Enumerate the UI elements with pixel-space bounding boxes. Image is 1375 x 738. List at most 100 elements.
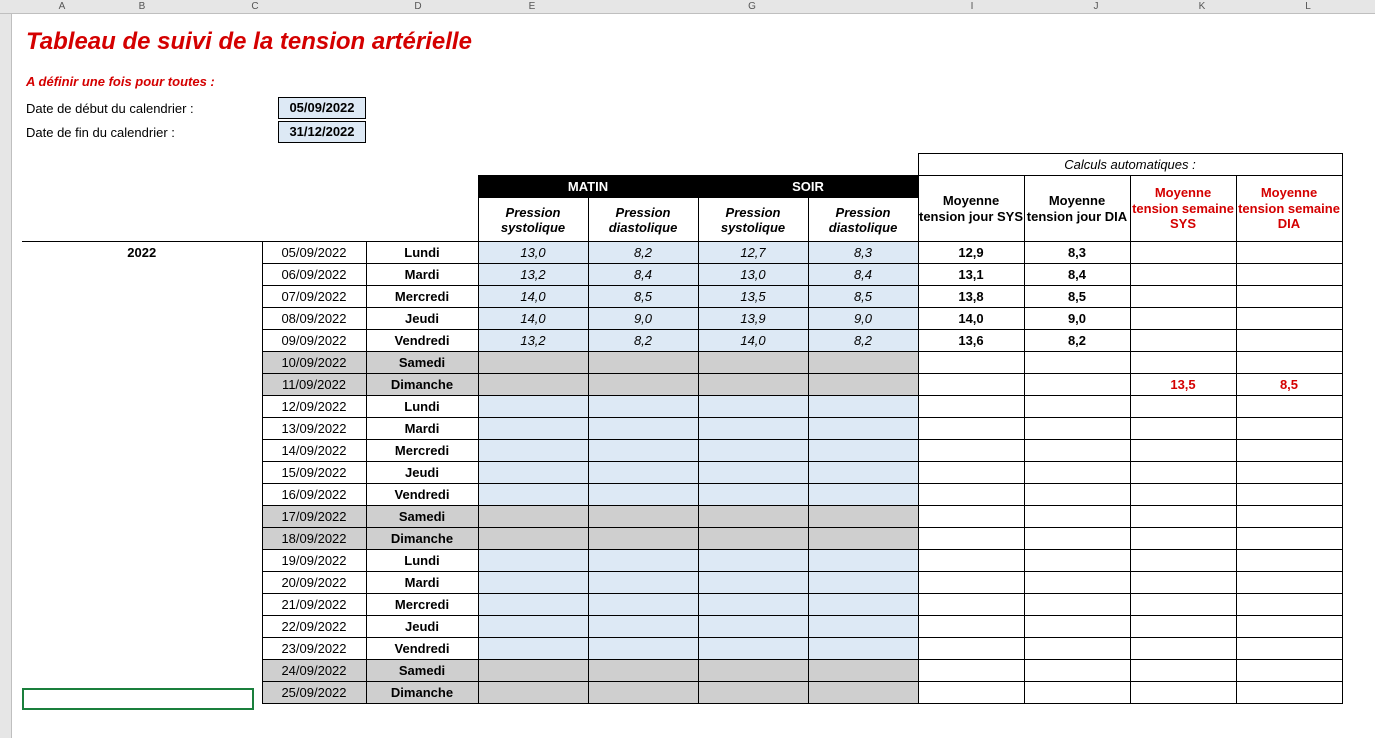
input-matin-dia[interactable] — [588, 550, 698, 572]
date-cell[interactable]: 21/09/2022 — [262, 594, 366, 616]
input-matin-sys[interactable] — [478, 396, 588, 418]
input-soir-dia[interactable] — [808, 682, 918, 704]
table-row[interactable]: 25/09/2022Dimanche — [22, 682, 1342, 704]
table-row[interactable]: 24/09/2022Samedi — [22, 660, 1342, 682]
input-matin-sys[interactable]: 13,2 — [478, 264, 588, 286]
input-soir-sys[interactable] — [698, 374, 808, 396]
table-row[interactable]: 06/09/2022Mardi13,28,413,08,413,18,4 — [22, 264, 1342, 286]
input-matin-dia[interactable] — [588, 352, 698, 374]
input-soir-dia[interactable]: 8,2 — [808, 330, 918, 352]
spreadsheet[interactable]: A B C D E G I J K L Tableau de suivi de … — [0, 0, 1375, 738]
input-soir-dia[interactable] — [808, 506, 918, 528]
input-soir-sys[interactable] — [698, 418, 808, 440]
input-matin-sys[interactable]: 13,2 — [478, 330, 588, 352]
table-row[interactable]: 19/09/2022Lundi — [22, 550, 1342, 572]
date-cell[interactable]: 22/09/2022 — [262, 616, 366, 638]
input-soir-dia[interactable] — [808, 638, 918, 660]
date-cell[interactable]: 17/09/2022 — [262, 506, 366, 528]
date-cell[interactable]: 16/09/2022 — [262, 484, 366, 506]
input-matin-dia[interactable] — [588, 506, 698, 528]
input-soir-dia[interactable] — [808, 594, 918, 616]
date-cell[interactable]: 19/09/2022 — [262, 550, 366, 572]
table-row[interactable]: 22/09/2022Jeudi — [22, 616, 1342, 638]
table-row[interactable]: 15/09/2022Jeudi — [22, 462, 1342, 484]
date-cell[interactable]: 13/09/2022 — [262, 418, 366, 440]
input-matin-dia[interactable]: 9,0 — [588, 308, 698, 330]
input-matin-sys[interactable]: 14,0 — [478, 286, 588, 308]
input-soir-sys[interactable] — [698, 352, 808, 374]
input-matin-sys[interactable] — [478, 682, 588, 704]
input-matin-sys[interactable] — [478, 550, 588, 572]
input-soir-sys[interactable] — [698, 572, 808, 594]
date-cell[interactable]: 18/09/2022 — [262, 528, 366, 550]
input-matin-sys[interactable] — [478, 352, 588, 374]
input-soir-dia[interactable] — [808, 462, 918, 484]
input-matin-dia[interactable] — [588, 528, 698, 550]
input-matin-dia[interactable] — [588, 660, 698, 682]
table-row[interactable]: 202205/09/2022Lundi13,08,212,78,312,98,3 — [22, 242, 1342, 264]
input-matin-dia[interactable] — [588, 440, 698, 462]
input-soir-sys[interactable]: 12,7 — [698, 242, 808, 264]
input-matin-sys[interactable] — [478, 660, 588, 682]
input-matin-dia[interactable] — [588, 484, 698, 506]
input-soir-sys[interactable] — [698, 462, 808, 484]
input-soir-sys[interactable] — [698, 528, 808, 550]
input-soir-dia[interactable]: 8,3 — [808, 242, 918, 264]
table-row[interactable]: 09/09/2022Vendredi13,28,214,08,213,68,2 — [22, 330, 1342, 352]
date-cell[interactable]: 05/09/2022 — [262, 242, 366, 264]
input-matin-sys[interactable]: 13,0 — [478, 242, 588, 264]
date-cell[interactable]: 20/09/2022 — [262, 572, 366, 594]
input-matin-dia[interactable]: 8,2 — [588, 242, 698, 264]
input-soir-sys[interactable] — [698, 638, 808, 660]
table-row[interactable]: 16/09/2022Vendredi — [22, 484, 1342, 506]
table-row[interactable]: 07/09/2022Mercredi14,08,513,58,513,88,5 — [22, 286, 1342, 308]
param-end-value[interactable]: 31/12/2022 — [278, 121, 366, 143]
input-soir-sys[interactable] — [698, 484, 808, 506]
input-matin-sys[interactable] — [478, 374, 588, 396]
input-soir-dia[interactable] — [808, 572, 918, 594]
input-matin-dia[interactable]: 8,4 — [588, 264, 698, 286]
input-matin-dia[interactable] — [588, 396, 698, 418]
input-soir-dia[interactable] — [808, 374, 918, 396]
input-matin-sys[interactable] — [478, 616, 588, 638]
table-row[interactable]: 20/09/2022Mardi — [22, 572, 1342, 594]
input-soir-dia[interactable] — [808, 660, 918, 682]
date-cell[interactable]: 11/09/2022 — [262, 374, 366, 396]
input-matin-dia[interactable] — [588, 638, 698, 660]
table-row[interactable]: 23/09/2022Vendredi — [22, 638, 1342, 660]
input-matin-sys[interactable] — [478, 484, 588, 506]
input-soir-sys[interactable]: 13,5 — [698, 286, 808, 308]
input-matin-dia[interactable] — [588, 462, 698, 484]
input-matin-sys[interactable] — [478, 594, 588, 616]
param-start-value[interactable]: 05/09/2022 — [278, 97, 366, 119]
table-row[interactable]: 21/09/2022Mercredi — [22, 594, 1342, 616]
input-soir-sys[interactable]: 14,0 — [698, 330, 808, 352]
input-soir-dia[interactable]: 9,0 — [808, 308, 918, 330]
date-cell[interactable]: 15/09/2022 — [262, 462, 366, 484]
input-matin-dia[interactable] — [588, 616, 698, 638]
input-matin-dia[interactable] — [588, 682, 698, 704]
date-cell[interactable]: 14/09/2022 — [262, 440, 366, 462]
input-matin-sys[interactable] — [478, 506, 588, 528]
input-matin-sys[interactable] — [478, 638, 588, 660]
input-soir-sys[interactable] — [698, 594, 808, 616]
table-row[interactable]: 14/09/2022Mercredi — [22, 440, 1342, 462]
input-soir-sys[interactable] — [698, 682, 808, 704]
input-soir-sys[interactable] — [698, 396, 808, 418]
input-soir-dia[interactable] — [808, 440, 918, 462]
input-matin-dia[interactable] — [588, 594, 698, 616]
input-soir-sys[interactable] — [698, 440, 808, 462]
input-soir-dia[interactable]: 8,4 — [808, 264, 918, 286]
input-soir-sys[interactable] — [698, 506, 808, 528]
input-matin-dia[interactable]: 8,2 — [588, 330, 698, 352]
input-soir-sys[interactable] — [698, 660, 808, 682]
date-cell[interactable]: 07/09/2022 — [262, 286, 366, 308]
date-cell[interactable]: 25/09/2022 — [262, 682, 366, 704]
table-row[interactable]: 13/09/2022Mardi — [22, 418, 1342, 440]
input-soir-sys[interactable]: 13,0 — [698, 264, 808, 286]
date-cell[interactable]: 10/09/2022 — [262, 352, 366, 374]
date-cell[interactable]: 06/09/2022 — [262, 264, 366, 286]
input-matin-sys[interactable]: 14,0 — [478, 308, 588, 330]
input-soir-sys[interactable] — [698, 550, 808, 572]
table-row[interactable]: 08/09/2022Jeudi14,09,013,99,014,09,0 — [22, 308, 1342, 330]
